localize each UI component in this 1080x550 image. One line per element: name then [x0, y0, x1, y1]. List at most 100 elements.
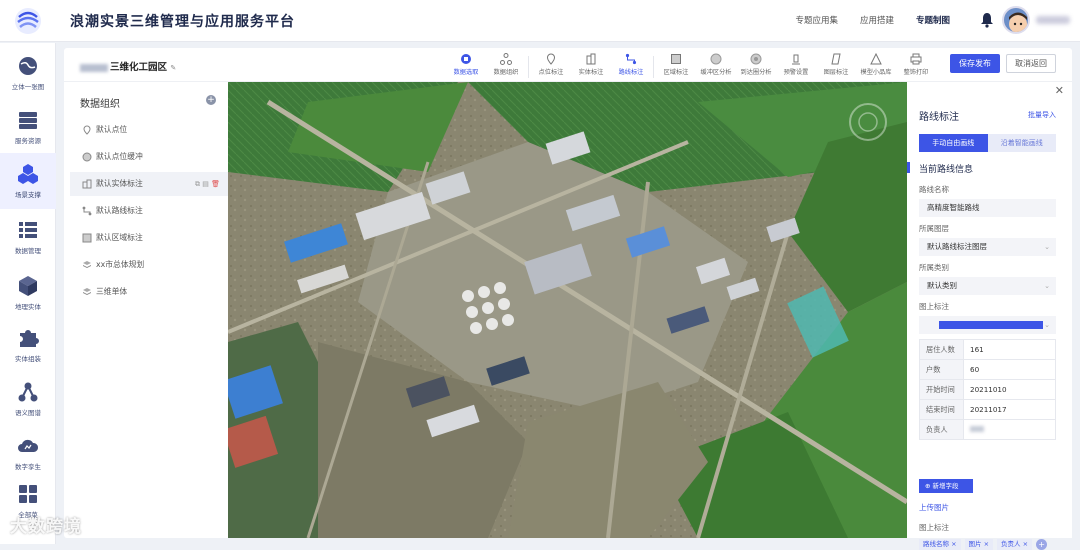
table-key: 结束时间	[919, 399, 964, 420]
leftnav-item-3d-map[interactable]: 立体一张图	[0, 45, 56, 101]
section-marker	[907, 162, 910, 173]
list-item-label: 默认路线标注	[96, 206, 143, 215]
list-item[interactable]: xx市总体规划	[70, 253, 228, 277]
save-publish-button[interactable]: 保存发布	[950, 54, 1000, 73]
batch-import-link[interactable]: 批量导入	[1028, 110, 1056, 120]
copy-icon[interactable]: ⧉	[195, 180, 200, 188]
tool-reach-analysis[interactable]: 到达圈分析	[736, 53, 776, 81]
marker-style-label: 图上标注	[919, 302, 949, 311]
list-item[interactable]: 默认路线标注	[70, 199, 228, 223]
edit-icon[interactable]: ✎	[170, 64, 176, 72]
smart-draw-tab[interactable]: 沿着智能画线	[987, 134, 1056, 152]
tool-model-library[interactable]: 模型小品库	[856, 53, 896, 81]
tool-area-mark[interactable]: 区域标注	[656, 53, 696, 81]
tool-print[interactable]: 整饰打印	[896, 53, 936, 81]
hexagons-icon	[18, 164, 38, 184]
leftnav-item-data-management[interactable]: 数据管理	[0, 209, 56, 265]
avatar[interactable]	[1002, 6, 1030, 34]
panel-title: 数据组织	[80, 99, 120, 110]
topnav-item-app-builder[interactable]: 应用搭建	[860, 14, 894, 26]
table-value[interactable]	[963, 419, 1056, 440]
tag-image[interactable]: 图片 ×	[964, 539, 994, 550]
map-viewport[interactable]	[228, 82, 907, 538]
buffer-icon	[710, 53, 722, 65]
pin-icon	[83, 125, 91, 135]
draw-mode-toggle: 手动自由画线 沿着智能画线	[919, 134, 1056, 152]
leftnav-item-service-resources[interactable]: 服务资源	[0, 99, 56, 155]
list-item-label: 三维单体	[96, 287, 128, 296]
layer-select[interactable]: 默认路线标注图层 ⌄	[919, 238, 1056, 256]
leftnav-item-semantic-graph[interactable]: 语义图谱	[0, 371, 56, 427]
leftnav-label: 数据管理	[15, 247, 41, 255]
tool-entity-mark[interactable]: 实体标注	[571, 53, 611, 81]
leftnav-label: 立体一张图	[11, 83, 45, 91]
manual-draw-tab[interactable]: 手动自由画线	[919, 134, 988, 152]
left-nav: 立体一张图 服务资源 场景支撑 数据管理 地理实体 实体组装 语义图谱 数字孪生…	[0, 43, 56, 544]
list-item-label: xx市总体规划	[96, 260, 145, 269]
chevron-down-icon: ⌄	[1044, 321, 1050, 329]
reach-icon	[750, 53, 762, 65]
chevron-down-icon: ⌄	[1044, 243, 1050, 251]
list-item[interactable]: 三维单体	[70, 280, 228, 304]
add-tag-icon[interactable]: +	[1036, 539, 1048, 550]
tool-data-org[interactable]: 数据组织	[486, 53, 526, 81]
tool-point-mark[interactable]: 点位标注	[531, 53, 571, 81]
table-value[interactable]: 20211010	[963, 379, 1056, 400]
delete-icon[interactable]: 🗑	[211, 180, 220, 188]
topnav-item-thematic-apps[interactable]: 专题应用集	[795, 14, 838, 26]
list-item-label: 默认点位	[96, 125, 128, 134]
server-icon	[19, 112, 37, 129]
leftnav-item-entity-assembly[interactable]: 实体组装	[0, 317, 56, 373]
add-icon[interactable]: +	[206, 95, 216, 105]
panel-title: 路线标注	[919, 112, 959, 123]
row-actions: ⧉ ▤ 🗑	[195, 172, 220, 196]
tag-route-name[interactable]: 路线名称 ×	[919, 539, 961, 550]
watermark: 大数跨境	[10, 517, 82, 537]
list-item[interactable]: 默认点位	[70, 118, 228, 142]
table-row: 居住人数 161	[919, 339, 1056, 360]
topnav-item-thematic-mapping[interactable]: 专题制图	[916, 14, 950, 26]
table-value[interactable]: 161	[963, 339, 1056, 360]
tool-label: 缓冲区分析	[700, 69, 732, 76]
add-field-button[interactable]: ⊕ 新增字段	[919, 479, 973, 493]
add-field-label: 新增字段	[932, 482, 959, 490]
bell-icon[interactable]	[980, 12, 994, 28]
line-color-swatch	[939, 321, 1043, 329]
data-org-icon	[500, 53, 512, 65]
close-icon[interactable]: ✕	[1055, 84, 1064, 97]
route-icon	[625, 53, 637, 65]
upload-image-link[interactable]: 上传图片	[919, 502, 949, 513]
table-row: 负责人	[919, 419, 1056, 440]
leftnav-item-geo-entity[interactable]: 地理实体	[0, 265, 56, 321]
tool-data-select[interactable]: 数据选取	[446, 53, 486, 81]
list-item[interactable]: 默认实体标注 ⧉ ▤ 🗑	[70, 172, 228, 196]
tool-route-mark[interactable]: 路线标注	[611, 53, 651, 81]
table-key: 负责人	[919, 419, 964, 440]
category-select[interactable]: 默认类别 ⌄	[919, 277, 1056, 295]
table-value[interactable]: 20211017	[963, 399, 1056, 420]
cancel-back-button[interactable]: 取消返回	[1006, 54, 1056, 73]
route-name-input[interactable]: 高精度智能路线	[919, 199, 1056, 217]
tool-warning-settings[interactable]: 预警设置	[776, 53, 816, 81]
line-color-select[interactable]: ⌄	[919, 316, 1056, 334]
building-icon	[82, 179, 92, 189]
list-item[interactable]: 默认点位缓冲	[70, 145, 228, 169]
tag-owner[interactable]: 负责人 ×	[997, 539, 1033, 550]
leftnav-item-scene-support[interactable]: 场景支撑	[0, 153, 56, 209]
top-bar: 浪潮实景三维管理与应用服务平台 专题应用集 应用搭建 专题制图	[0, 0, 1080, 42]
area-icon	[671, 54, 681, 64]
tool-buffer-analysis[interactable]: 缓冲区分析	[696, 53, 736, 81]
category-label: 所属类别	[919, 263, 949, 272]
grid-icon	[19, 485, 37, 503]
section-title: 当前路线信息	[919, 165, 974, 175]
puzzle-icon	[20, 330, 39, 347]
layer-label: 所属图层	[919, 224, 949, 233]
list-item-label: 默认区域标注	[96, 233, 143, 242]
table-value[interactable]: 60	[963, 359, 1056, 380]
tool-layer-mark[interactable]: 图层标注	[816, 53, 856, 81]
list-item[interactable]: 默认区域标注	[70, 226, 228, 250]
project-title: 三维化工园区 ✎	[80, 59, 176, 73]
table-row: 开始时间 20211010	[919, 379, 1056, 400]
save-icon[interactable]: ▤	[202, 180, 209, 188]
tool-label: 整饰打印	[903, 69, 929, 76]
